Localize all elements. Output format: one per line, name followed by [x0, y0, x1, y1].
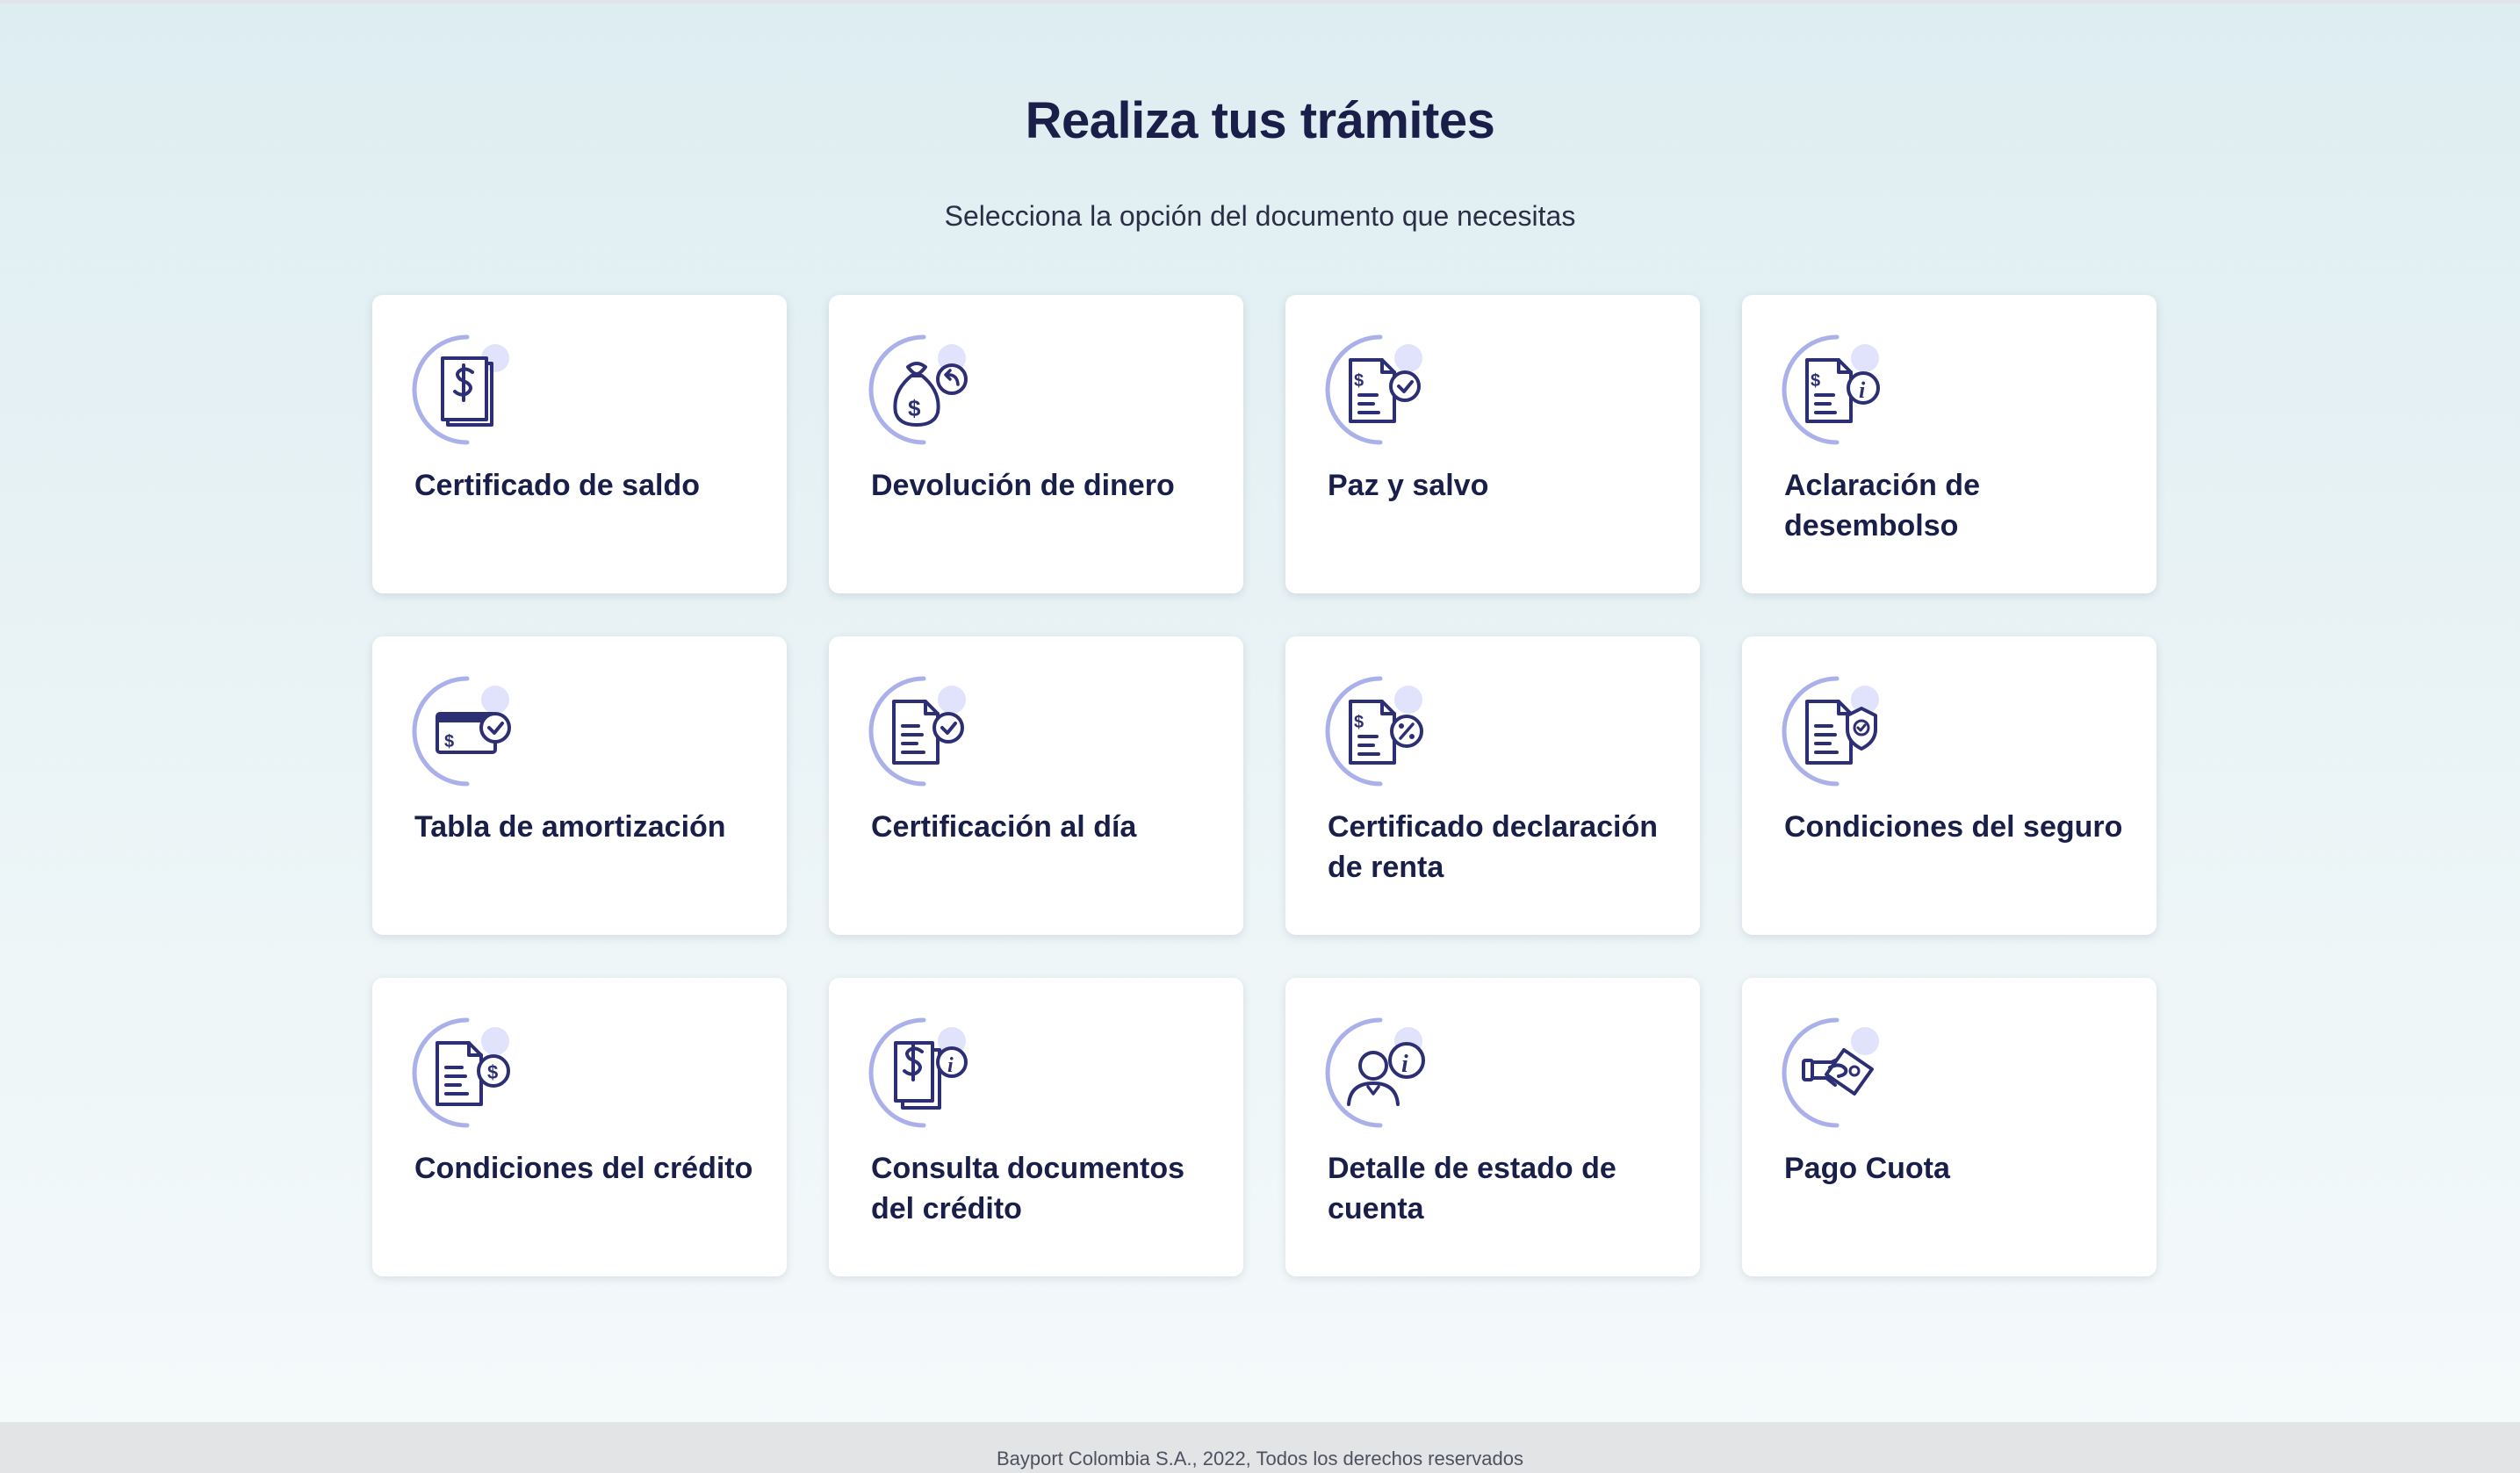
option-card-devolucion-de-dinero[interactable]: $ Devolución de dinero [829, 295, 1243, 593]
option-card-aclaracion-de-desembolso[interactable]: $ i Aclaración de desembolso [1742, 295, 2156, 593]
option-card-certificacion-al-dia[interactable]: Certificación al día [829, 636, 1243, 935]
option-label: Condiciones del crédito [414, 1152, 753, 1185]
user-info-icon: i [1324, 1017, 1438, 1131]
footer: Bayport Colombia S.A., 2022, Todos los d… [0, 1422, 2520, 1473]
option-label: Paz y salvo [1328, 469, 1489, 502]
document-shield-icon [1781, 675, 1895, 789]
payment-card-check-icon: $ [411, 675, 525, 789]
option-label: Certificación al día [871, 810, 1137, 844]
option-label: Devolución de dinero [871, 469, 1175, 502]
page-subtitle: Selecciona la opción del documento que n… [944, 200, 1576, 232]
option-card-condiciones-del-seguro[interactable]: Condiciones del seguro [1742, 636, 2156, 935]
option-label: Tabla de amortización [414, 810, 726, 844]
svg-text:$: $ [1811, 371, 1820, 391]
options-grid: Certificado de saldo $ Devolución de din… [372, 295, 2156, 1276]
option-label: Certificado de saldo [414, 469, 700, 502]
option-label: Consulta documentos del crédito [871, 1152, 1185, 1225]
option-card-consulta-documentos-del-credito[interactable]: i Consulta documentos del crédito [829, 978, 1243, 1276]
top-border [0, 0, 2520, 4]
svg-text:$: $ [1354, 371, 1364, 391]
option-label: Aclaración de desembolso [1784, 469, 1980, 542]
option-card-detalle-de-estado-de-cuenta[interactable]: i Detalle de estado de cuenta [1285, 978, 1700, 1276]
document-percent-icon: $ [1324, 675, 1438, 789]
option-card-condiciones-del-credito[interactable]: $ Condiciones del crédito [372, 978, 787, 1276]
documents-info-icon: i [868, 1017, 982, 1131]
option-label: Detalle de estado de cuenta [1328, 1152, 1616, 1225]
option-card-tabla-de-amortizacion[interactable]: $ Tabla de amortización [372, 636, 787, 935]
document-check-icon [868, 675, 982, 789]
document-dollar-icon: $ [411, 1017, 525, 1131]
option-card-certificado-declaracion-de-renta[interactable]: $ Certificado declaración de renta [1285, 636, 1700, 935]
svg-text:i: i [1859, 377, 1866, 403]
svg-text:i: i [1401, 1051, 1408, 1078]
option-label: Certificado declaración de renta [1328, 810, 1659, 884]
hand-payment-icon [1781, 1017, 1895, 1131]
money-bag-return-icon: $ [868, 334, 982, 448]
option-card-pago-cuota[interactable]: Pago Cuota [1742, 978, 2156, 1276]
dollar-document-icon [411, 334, 525, 448]
svg-text:$: $ [487, 1061, 498, 1083]
option-label: Pago Cuota [1784, 1152, 1950, 1185]
option-label: Condiciones del seguro [1784, 810, 2123, 844]
option-card-paz-y-salvo[interactable]: $ Paz y salvo [1285, 295, 1700, 593]
option-card-certificado-de-saldo[interactable]: Certificado de saldo [372, 295, 787, 593]
svg-text:$: $ [444, 732, 454, 751]
svg-text:$: $ [908, 395, 921, 421]
document-check-icon: $ [1324, 334, 1438, 448]
page-title: Realiza tus trámites [1025, 92, 1495, 149]
svg-text:$: $ [1354, 713, 1364, 732]
svg-text:i: i [947, 1054, 954, 1077]
document-info-icon: $ i [1781, 334, 1895, 448]
footer-copyright: Bayport Colombia S.A., 2022, Todos los d… [996, 1448, 1524, 1469]
